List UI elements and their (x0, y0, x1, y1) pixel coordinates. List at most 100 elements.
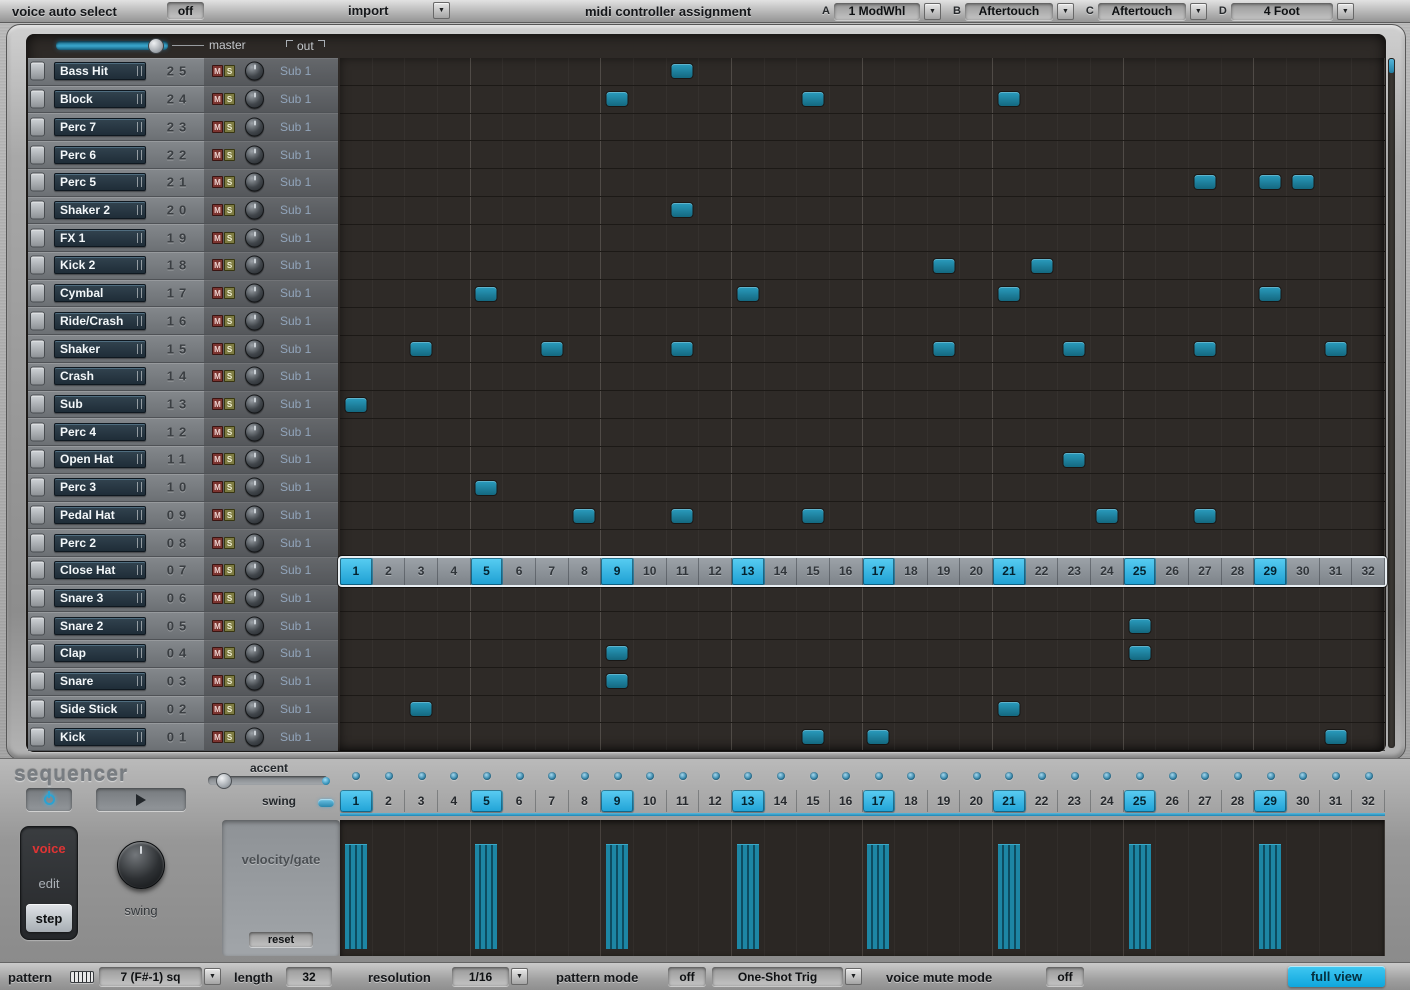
step-cell[interactable] (895, 336, 928, 363)
step-cell[interactable] (536, 114, 569, 141)
step-cell[interactable] (960, 391, 993, 418)
accent-led[interactable] (875, 772, 883, 780)
step-cell[interactable] (732, 58, 765, 85)
row-drag-handle[interactable] (30, 727, 45, 746)
voice-output-select[interactable]: Sub 1 (280, 508, 311, 522)
step-cell[interactable] (895, 86, 928, 113)
velocity-column[interactable] (1091, 820, 1124, 956)
step-cell[interactable] (797, 447, 830, 474)
step-cell[interactable] (993, 585, 1026, 612)
step-cell[interactable] (699, 169, 732, 196)
step-cell[interactable] (928, 225, 961, 252)
voice-output-select[interactable]: Sub 1 (280, 231, 311, 245)
step-cell[interactable] (797, 696, 830, 723)
step-cell[interactable] (1320, 640, 1353, 667)
step-cell[interactable] (1254, 447, 1287, 474)
step-cell[interactable] (1058, 391, 1091, 418)
step-cell[interactable] (960, 585, 993, 612)
step-cell[interactable] (1091, 86, 1124, 113)
step-cell[interactable]: 17 (863, 558, 896, 585)
step-cell[interactable] (732, 640, 765, 667)
step-cell[interactable] (503, 612, 536, 639)
pan-knob[interactable] (245, 311, 264, 330)
step-cell[interactable] (1026, 336, 1059, 363)
solo-button[interactable]: S (224, 315, 235, 327)
step-cell[interactable] (1058, 419, 1091, 446)
step-cell[interactable] (797, 668, 830, 695)
step-cell[interactable] (373, 252, 406, 279)
step-cell[interactable] (634, 225, 667, 252)
step-cell[interactable] (1254, 169, 1287, 196)
dropdown-arrow-icon[interactable]: ▼ (1190, 3, 1207, 20)
step-cell[interactable]: 22 (1026, 558, 1059, 585)
step-cell[interactable] (340, 280, 373, 307)
step-cell[interactable] (1352, 668, 1385, 695)
step-cell[interactable] (536, 308, 569, 335)
pan-knob[interactable] (245, 644, 264, 663)
step-cell[interactable] (1156, 86, 1189, 113)
step-cell[interactable] (1320, 447, 1353, 474)
sequencer-step-16[interactable]: 16 (830, 790, 863, 812)
step-cell[interactable] (1124, 419, 1157, 446)
step-cell[interactable] (340, 141, 373, 168)
row-drag-handle[interactable] (30, 450, 45, 469)
accent-slider-handle[interactable] (216, 773, 232, 789)
step-cell[interactable] (1320, 169, 1353, 196)
velocity-column[interactable] (1254, 820, 1287, 956)
step-cell[interactable] (1352, 280, 1385, 307)
voice-output-select[interactable]: Sub 1 (280, 120, 311, 134)
sequencer-step-21[interactable]: 21 (993, 790, 1026, 812)
step-cell[interactable] (340, 474, 373, 501)
sequencer-step-11[interactable]: 11 (667, 790, 700, 812)
step-cell[interactable] (1091, 58, 1124, 85)
pan-knob[interactable] (245, 284, 264, 303)
step-cell[interactable] (1091, 225, 1124, 252)
voice-name-button[interactable]: Perc 6 (54, 146, 146, 164)
step-cell[interactable] (667, 668, 700, 695)
step-cell[interactable] (1254, 696, 1287, 723)
step-cell[interactable] (732, 86, 765, 113)
step-cell[interactable] (895, 280, 928, 307)
step-cell[interactable] (1320, 612, 1353, 639)
voice-output-select[interactable]: Sub 1 (280, 480, 311, 494)
step-cell[interactable] (993, 141, 1026, 168)
step-cell[interactable] (1058, 696, 1091, 723)
step-cell[interactable] (765, 640, 798, 667)
step-cell[interactable] (1222, 668, 1255, 695)
step-cell[interactable] (960, 668, 993, 695)
step-cell[interactable] (1320, 252, 1353, 279)
step-cell[interactable] (765, 58, 798, 85)
step-cell[interactable] (960, 86, 993, 113)
mode-button-voice[interactable]: voice (26, 834, 72, 862)
velocity-column[interactable] (569, 820, 602, 956)
accent-led[interactable] (1005, 772, 1013, 780)
trigger-mode-dropdown[interactable]: One-Shot Trig ▼ (712, 967, 862, 986)
step-cell[interactable] (601, 502, 634, 529)
step-cell[interactable] (765, 252, 798, 279)
step-cell[interactable] (732, 530, 765, 557)
step-cell[interactable] (503, 252, 536, 279)
pan-knob[interactable] (245, 200, 264, 219)
step-cell[interactable] (732, 612, 765, 639)
step-cell[interactable] (340, 668, 373, 695)
voice-mute-mode-toggle[interactable]: off (1046, 967, 1084, 986)
accent-led[interactable] (907, 772, 915, 780)
solo-button[interactable]: S (224, 537, 235, 549)
voice-output-select[interactable]: Sub 1 (280, 563, 311, 577)
step-cell[interactable] (1352, 585, 1385, 612)
step-cell[interactable] (895, 419, 928, 446)
step-cell[interactable] (797, 86, 830, 113)
step-cell[interactable] (1287, 141, 1320, 168)
row-drag-handle[interactable] (30, 616, 45, 635)
step-cell[interactable] (1352, 419, 1385, 446)
step-cell[interactable] (373, 474, 406, 501)
step-cell[interactable] (1026, 363, 1059, 390)
row-drag-handle[interactable] (30, 561, 45, 580)
step-cell[interactable] (373, 723, 406, 750)
voice-name-button[interactable]: Close Hat (54, 561, 146, 579)
step-cell[interactable] (601, 336, 634, 363)
step-cell[interactable] (1352, 336, 1385, 363)
step-cell[interactable] (993, 363, 1026, 390)
voice-output-select[interactable]: Sub 1 (280, 148, 311, 162)
step-cell[interactable] (1287, 336, 1320, 363)
